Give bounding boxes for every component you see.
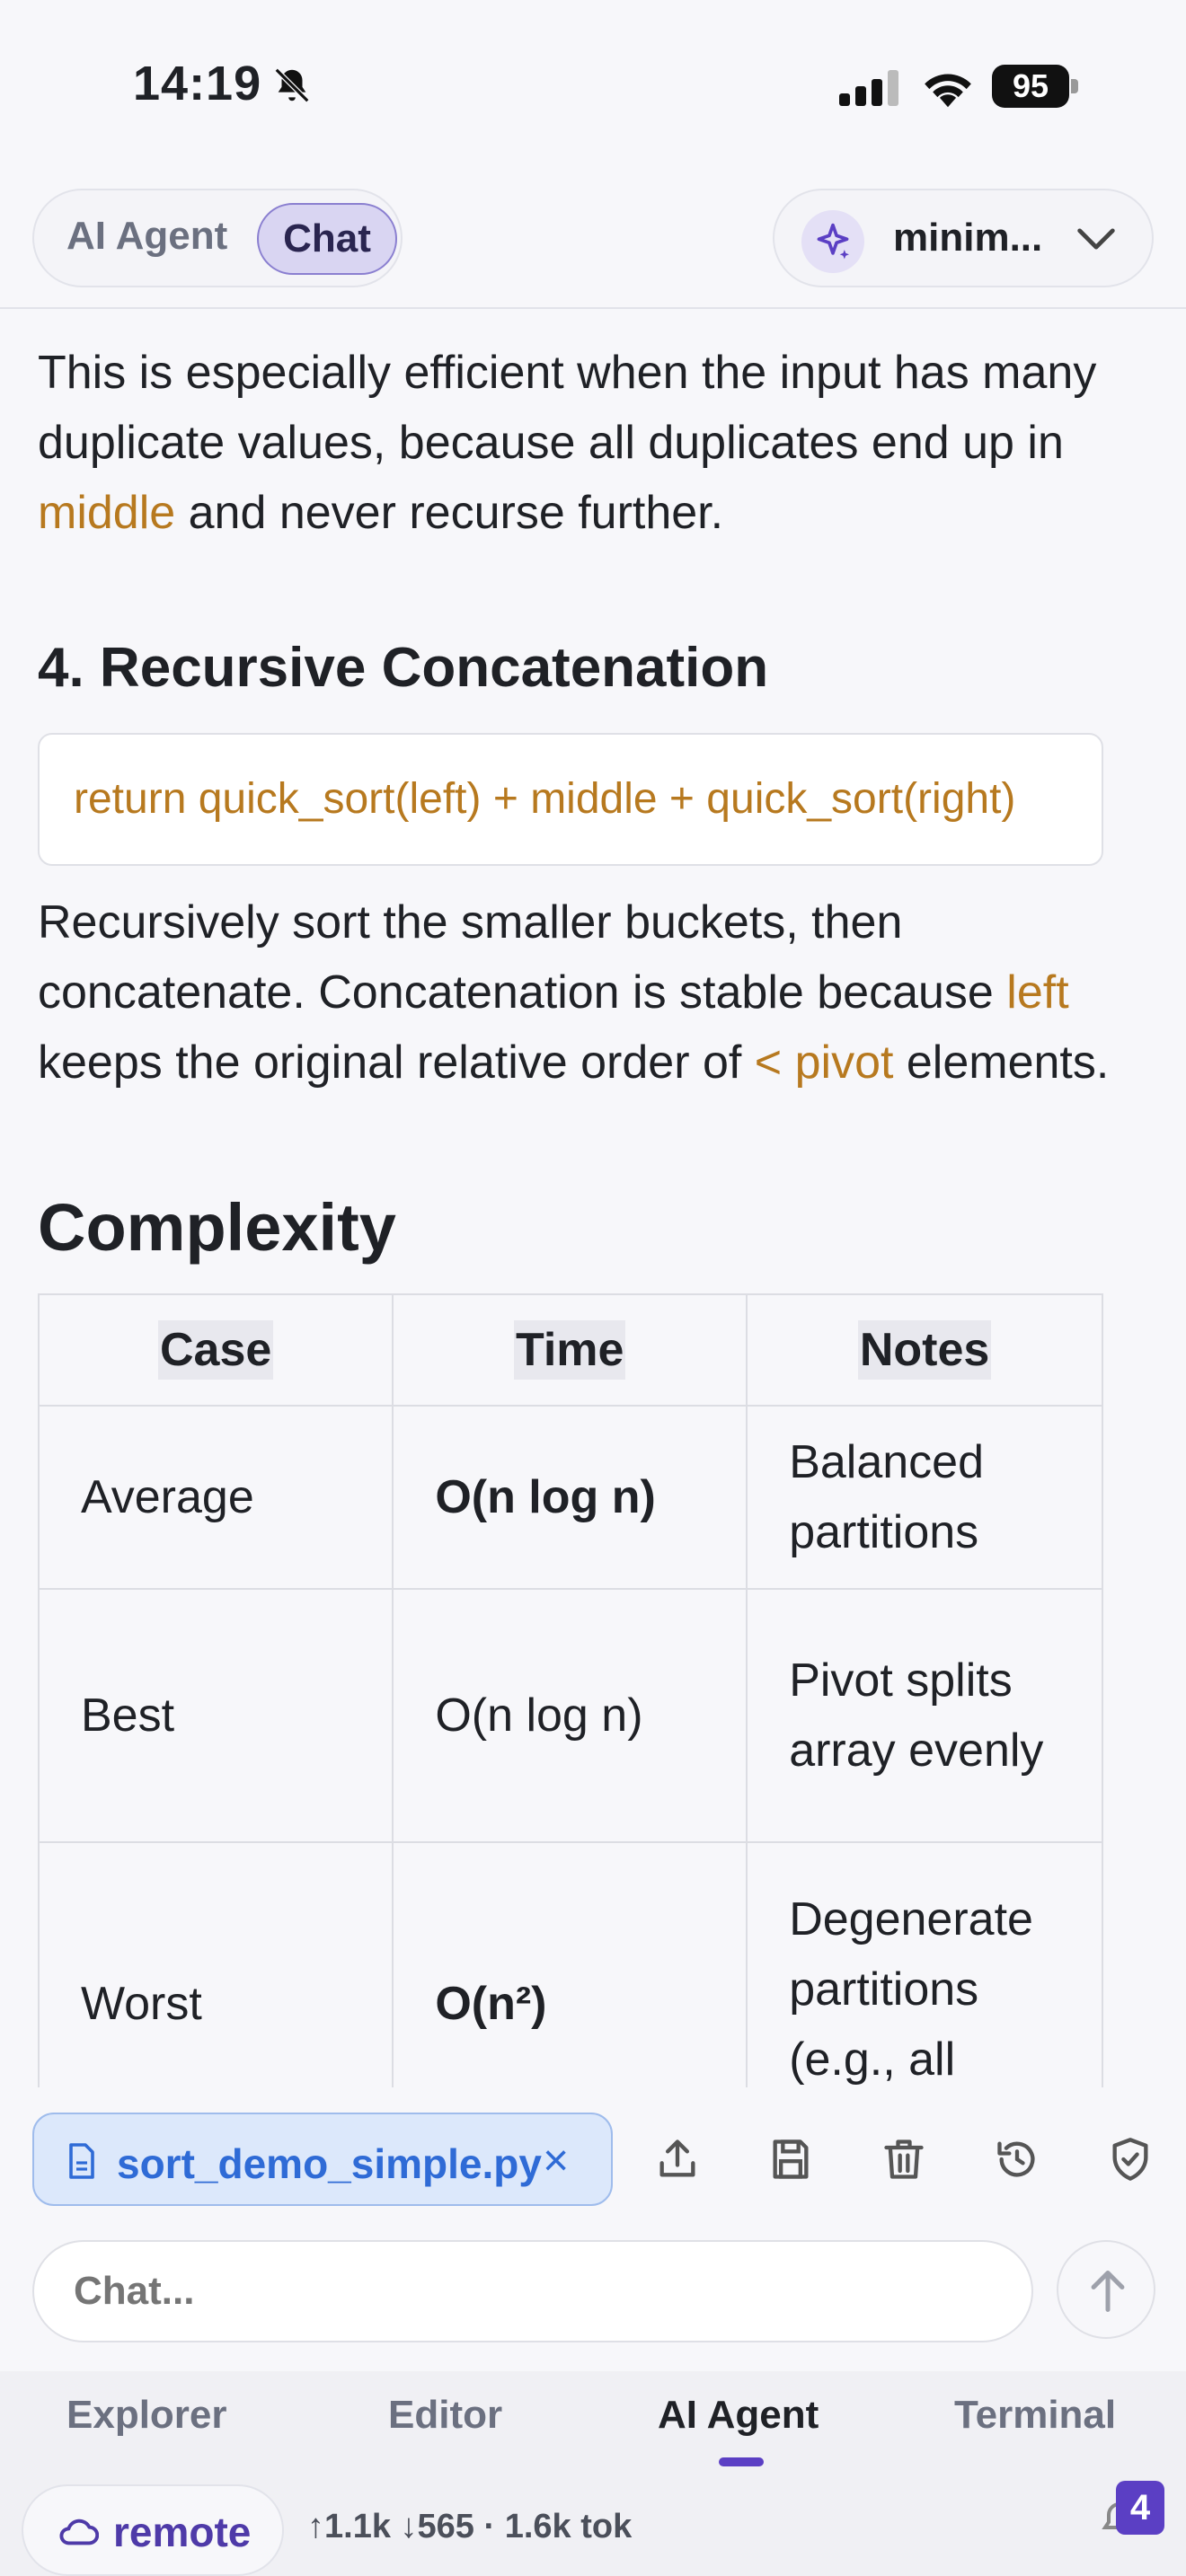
mode-ai-agent-button[interactable]: AI Agent bbox=[66, 214, 227, 259]
inline-code: middle bbox=[38, 487, 176, 539]
complexity-heading: Complexity bbox=[38, 1190, 396, 1265]
table-cell: Average bbox=[37, 1405, 394, 1590]
bottom-nav: Explorer Editor AI Agent Terminal remote… bbox=[0, 2371, 1186, 2576]
table-row: Best O(n log n) Pivot splits array evenl… bbox=[37, 1588, 1103, 1843]
model-name: minim... bbox=[893, 216, 1043, 260]
active-tab-indicator bbox=[719, 2457, 764, 2466]
file-attachment-chip[interactable]: sort_demo_simple.py × bbox=[32, 2113, 613, 2206]
table-cell: O(n log n) bbox=[392, 1588, 748, 1843]
table-cell: Degenerate partitions (e.g., all bbox=[746, 1841, 1103, 2087]
signal-icon bbox=[839, 70, 898, 106]
cloud-icon bbox=[59, 2519, 99, 2545]
table-row: Worst O(n²) Degenerate partitions (e.g.,… bbox=[37, 1841, 1103, 2087]
tab-editor[interactable]: Editor bbox=[388, 2393, 502, 2438]
chat-input[interactable] bbox=[32, 2240, 1033, 2342]
trash-icon[interactable] bbox=[881, 2136, 927, 2183]
upload-icon[interactable] bbox=[654, 2136, 701, 2183]
table-row: Average O(n log n) Balanced partitions bbox=[37, 1405, 1103, 1590]
code-block: return quick_sort(left) + middle + quick… bbox=[38, 733, 1103, 866]
inline-code: < pivot bbox=[754, 1037, 894, 1089]
table-cell: Pivot splits array evenly bbox=[746, 1588, 1103, 1843]
table-header: Notes bbox=[746, 1293, 1103, 1407]
header: AI Agent Chat minim... bbox=[0, 171, 1186, 309]
send-button[interactable] bbox=[1057, 2240, 1155, 2339]
battery-icon: 95 bbox=[992, 65, 1078, 108]
paragraph-concatenation: Recursively sort the smaller buckets, th… bbox=[38, 896, 1110, 1089]
token-stats: ↑1.1k ↓565 · 1.6k tok bbox=[307, 2508, 633, 2545]
battery-level: 95 bbox=[992, 65, 1069, 108]
history-icon[interactable] bbox=[994, 2136, 1040, 2183]
status-time: 14:19 bbox=[133, 57, 262, 110]
shield-check-icon[interactable] bbox=[1107, 2136, 1154, 2183]
file-icon bbox=[69, 2143, 94, 2179]
sparkle-icon bbox=[801, 210, 864, 273]
save-icon[interactable] bbox=[767, 2136, 814, 2183]
inline-code: left bbox=[1006, 966, 1069, 1019]
arrow-up-icon bbox=[1091, 2271, 1125, 2312]
file-name: sort_demo_simple.py bbox=[117, 2140, 542, 2187]
code-line: return quick_sort(left) + middle + quick… bbox=[74, 775, 1016, 823]
notifications-button[interactable]: 4 bbox=[1098, 2481, 1164, 2542]
table-cell: Worst bbox=[37, 1841, 394, 2087]
table-cell: Balanced partitions bbox=[746, 1405, 1103, 1590]
remote-status-chip[interactable]: remote bbox=[22, 2484, 284, 2576]
table-cell: O(n log n) bbox=[392, 1405, 748, 1590]
table-header: Time bbox=[392, 1293, 748, 1407]
bell-off-icon bbox=[274, 67, 310, 103]
table-header: Case bbox=[37, 1293, 394, 1407]
attachment-bar: sort_demo_simple.py × bbox=[0, 2087, 1186, 2222]
table-cell: Best bbox=[37, 1588, 394, 1843]
table-cell: O(n²) bbox=[392, 1841, 748, 2087]
tab-explorer[interactable]: Explorer bbox=[66, 2393, 227, 2438]
chevron-down-icon bbox=[1077, 228, 1115, 250]
close-icon[interactable]: × bbox=[543, 2134, 569, 2186]
status-bar: 14:19 95 bbox=[0, 0, 1186, 171]
model-selector[interactable]: minim... bbox=[773, 189, 1154, 287]
tab-terminal[interactable]: Terminal bbox=[954, 2393, 1116, 2438]
section-heading: 4. Recursive Concatenation bbox=[38, 637, 769, 699]
notification-badge: 4 bbox=[1116, 2481, 1164, 2535]
remote-label: remote bbox=[113, 2509, 252, 2555]
table-header-row: Case Time Notes bbox=[37, 1293, 1103, 1407]
paragraph-duplicates: This is especially efficient when the in… bbox=[38, 347, 1097, 539]
tab-ai-agent[interactable]: AI Agent bbox=[658, 2393, 819, 2438]
complexity-table: Case Time Notes Average O(n log n) Balan… bbox=[37, 1293, 1103, 2087]
wifi-icon bbox=[925, 74, 971, 108]
mode-toggle: AI Agent Chat bbox=[32, 189, 403, 287]
mode-chat-button[interactable]: Chat bbox=[257, 203, 397, 275]
chat-message: This is especially efficient when the in… bbox=[0, 309, 1186, 2087]
